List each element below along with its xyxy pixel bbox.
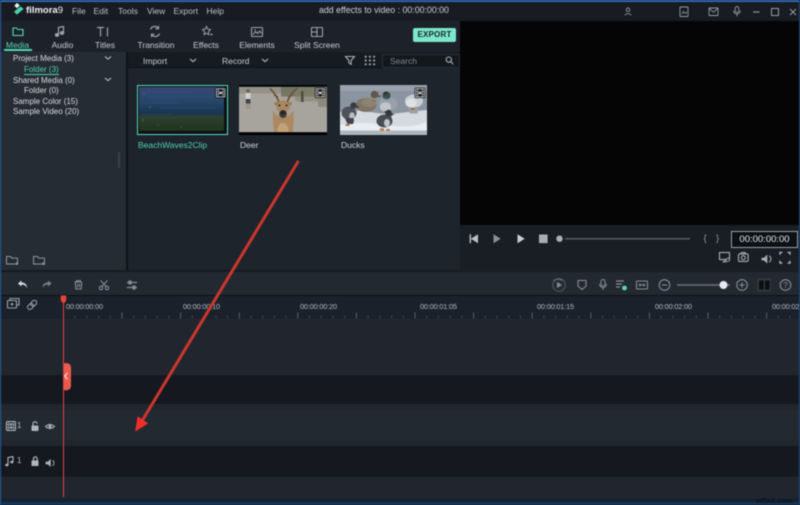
svg-text:?: ?: [783, 280, 788, 290]
